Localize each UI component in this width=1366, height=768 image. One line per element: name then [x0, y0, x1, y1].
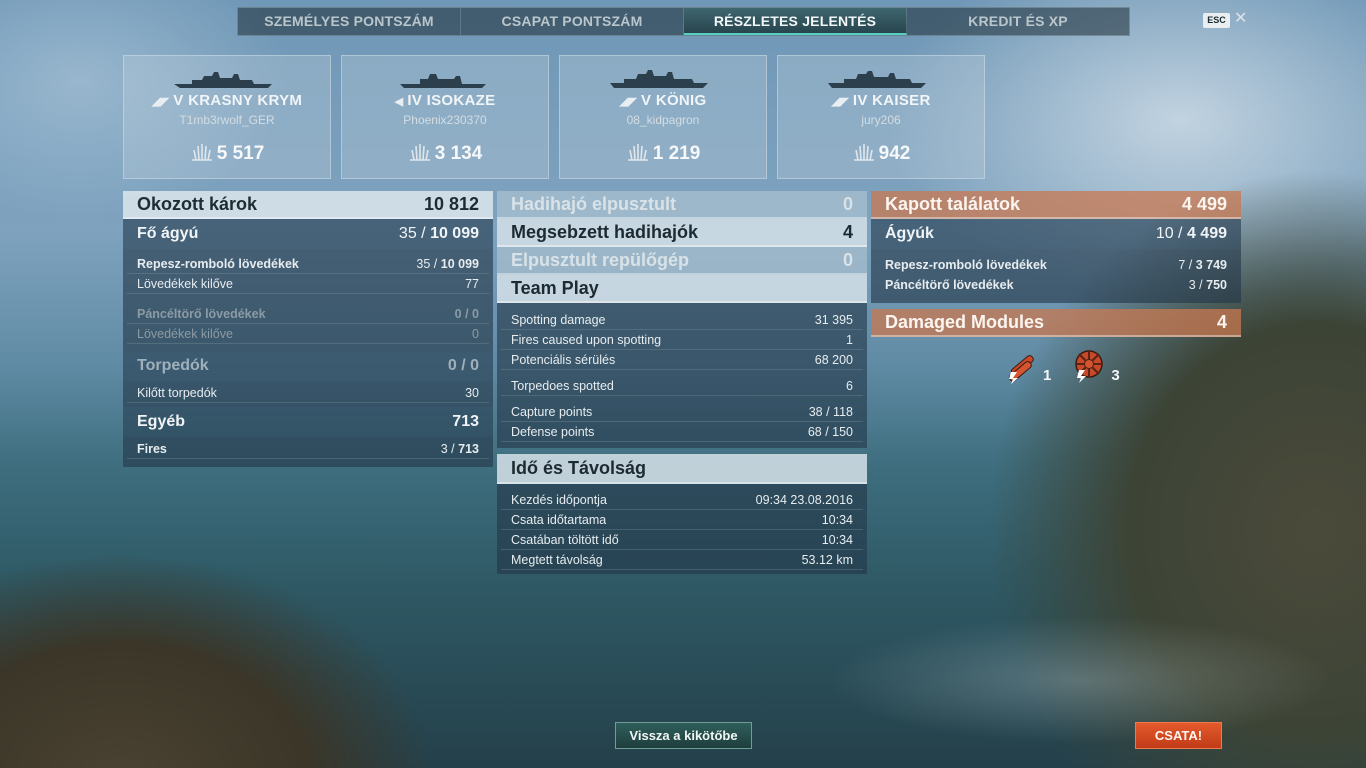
- player-name: Phoenix230370: [403, 113, 487, 127]
- ship-xp: 1 219: [560, 142, 766, 165]
- guns-received-row: Ágyúk 10 / 4 499: [871, 219, 1241, 249]
- team-play-header: Team Play: [497, 275, 867, 303]
- other-damage-details: Fires 3 / 713: [123, 437, 493, 467]
- battle-duration-row: Csata időtartama 10:34: [501, 510, 863, 530]
- team-play-details: Spotting damage 31 395 Fires caused upon …: [497, 303, 867, 448]
- module-item: 1: [1003, 348, 1051, 384]
- torpedoes-row: Torpedók 0 / 0: [123, 351, 493, 381]
- torpedo-tubes-icon: [1008, 355, 1034, 384]
- hits-received-header: Kapott találatok 4 499: [871, 191, 1241, 219]
- he-received-row: Repesz-romboló lövedékek 7 / 3 749: [885, 258, 1227, 272]
- other-damage-row: Egyéb 713: [123, 407, 493, 437]
- splash-xp-icon: [409, 144, 430, 161]
- capture-points-row: Capture points 38 / 118: [501, 402, 863, 422]
- he-fired-row: Lövedékek kilőve 77: [127, 274, 489, 294]
- esc-key-badge[interactable]: ESC: [1203, 13, 1230, 28]
- player-name: 08_kidpagron: [626, 113, 700, 127]
- ship-xp: 5 517: [124, 142, 330, 165]
- ship-xp: 3 134: [342, 142, 548, 165]
- cruiser-icon: ◢◤: [151, 96, 170, 108]
- defense-points-row: Defense points 68 / 150: [501, 422, 863, 442]
- main-guns-row: Fő ágyú 35 / 10 099: [123, 219, 493, 249]
- torpedoes-details: Kilőtt torpedók 30: [123, 381, 493, 407]
- fires-spotting-row: Fires caused upon spotting 1: [501, 330, 863, 350]
- return-to-port-button[interactable]: Vissza a kikötőbe: [615, 722, 752, 749]
- ships-destroyed-row: Hadihajó elpusztult 0: [497, 191, 867, 219]
- ship-name-label: ◀ IV ISOKAZE: [394, 92, 496, 109]
- module-count: 3: [1111, 367, 1120, 384]
- ap-fired-row: Lövedékek kilőve 0: [127, 324, 489, 344]
- damaged-modules-header: Damaged Modules 4: [871, 309, 1241, 337]
- tab-detailed-report[interactable]: RÉSZLETES JELENTÉS: [684, 8, 907, 35]
- battleship-icon: ◢◤: [619, 96, 638, 108]
- ship-silhouette-icon: [610, 70, 708, 88]
- planes-destroyed-row: Elpusztult repülőgép 0: [497, 247, 867, 275]
- close-icon[interactable]: ✕: [1234, 9, 1247, 29]
- report-tabs: SZEMÉLYES PONTSZÁM CSAPAT PONTSZÁM RÉSZL…: [237, 7, 1130, 36]
- start-time-row: Kezdés időpontja 09:34 23.08.2016: [501, 490, 863, 510]
- splash-xp-icon: [191, 144, 212, 161]
- module-item: 3: [1069, 348, 1120, 384]
- main-guns-details: Repesz-romboló lövedékek 35 / 10 099 Löv…: [123, 249, 493, 351]
- battleship-icon: ◢◤: [831, 96, 849, 108]
- battle-button[interactable]: CSATA!: [1135, 722, 1222, 749]
- tab-team-score[interactable]: CSAPAT PONTSZÁM: [461, 8, 684, 35]
- ship-silhouette-icon: [828, 71, 926, 88]
- ship-silhouette-icon: [174, 72, 272, 88]
- module-count: 1: [1043, 367, 1052, 384]
- torpedoes-fired-row: Kilőtt torpedók 30: [127, 383, 489, 403]
- tab-credits-xp[interactable]: KREDIT ÉS XP: [907, 8, 1129, 35]
- ap-received-row: Páncéltörő lövedékek 3 / 750: [885, 278, 1227, 292]
- ship-name-label: ◢◤ V KRASNY KRYM: [151, 92, 303, 109]
- ship-name-label: ◢◤ IV KAISER: [831, 92, 931, 109]
- damage-dealt-panel: Okozott károk 10 812 Fő ágyú 35 / 10 099 …: [123, 191, 493, 467]
- ships-damaged-row: Megsebzett hadihajók 4: [497, 219, 867, 247]
- ship-card: ◢◤ V KÖNIG 08_kidpagron 1 219: [559, 55, 767, 179]
- he-shells-row: Repesz-romboló lövedékek 35 / 10 099: [127, 254, 489, 274]
- tab-personal-score[interactable]: SZEMÉLYES PONTSZÁM: [238, 8, 461, 35]
- time-in-battle-row: Csatában töltött idő 10:34: [501, 530, 863, 550]
- fires-row: Fires 3 / 713: [127, 439, 489, 459]
- potential-damage-row: Potenciális sérülés 68 200: [501, 350, 863, 370]
- torpedoes-spotted-row: Torpedoes spotted 6: [501, 376, 863, 396]
- destroyer-icon: ◀: [394, 96, 404, 108]
- background-cliff-left: [0, 420, 560, 768]
- hits-received-panel: Kapott találatok 4 499 Ágyúk 10 / 4 499 R…: [871, 191, 1241, 337]
- ap-shells-row: Páncéltörő lövedékek 0 / 0: [127, 304, 489, 324]
- spotting-damage-row: Spotting damage 31 395: [501, 310, 863, 330]
- time-distance-header: Idő és Távolság: [497, 454, 867, 484]
- splash-xp-icon: [853, 144, 874, 161]
- time-distance-details: Kezdés időpontja 09:34 23.08.2016 Csata i…: [497, 484, 867, 574]
- damaged-modules-list: 1 3: [1003, 348, 1120, 384]
- damage-dealt-header: Okozott károk 10 812: [123, 191, 493, 219]
- ship-xp: 942: [778, 142, 984, 165]
- ship-card: ◢◤ V KRASNY KRYM T1mb3rwolf_GER 5 517: [123, 55, 331, 179]
- engine-icon: [1075, 350, 1104, 383]
- guns-received-details: Repesz-romboló lövedékek 7 / 3 749 Páncé…: [871, 249, 1241, 303]
- ship-card: ◢◤ IV KAISER jury206 942: [777, 55, 985, 179]
- splash-xp-icon: [627, 144, 648, 161]
- ship-card: ◀ IV ISOKAZE Phoenix230370 3 134: [341, 55, 549, 179]
- player-name: T1mb3rwolf_GER: [179, 113, 275, 127]
- achievements-panel: Hadihajó elpusztult 0 Megsebzett hadihajó…: [497, 191, 867, 574]
- background-sea-foam: [700, 600, 1366, 768]
- distance-row: Megtett távolság 53.12 km: [501, 550, 863, 570]
- ship-name-label: ◢◤ V KÖNIG: [619, 92, 707, 109]
- player-name: jury206: [861, 113, 901, 127]
- ship-silhouette-icon: [400, 74, 486, 88]
